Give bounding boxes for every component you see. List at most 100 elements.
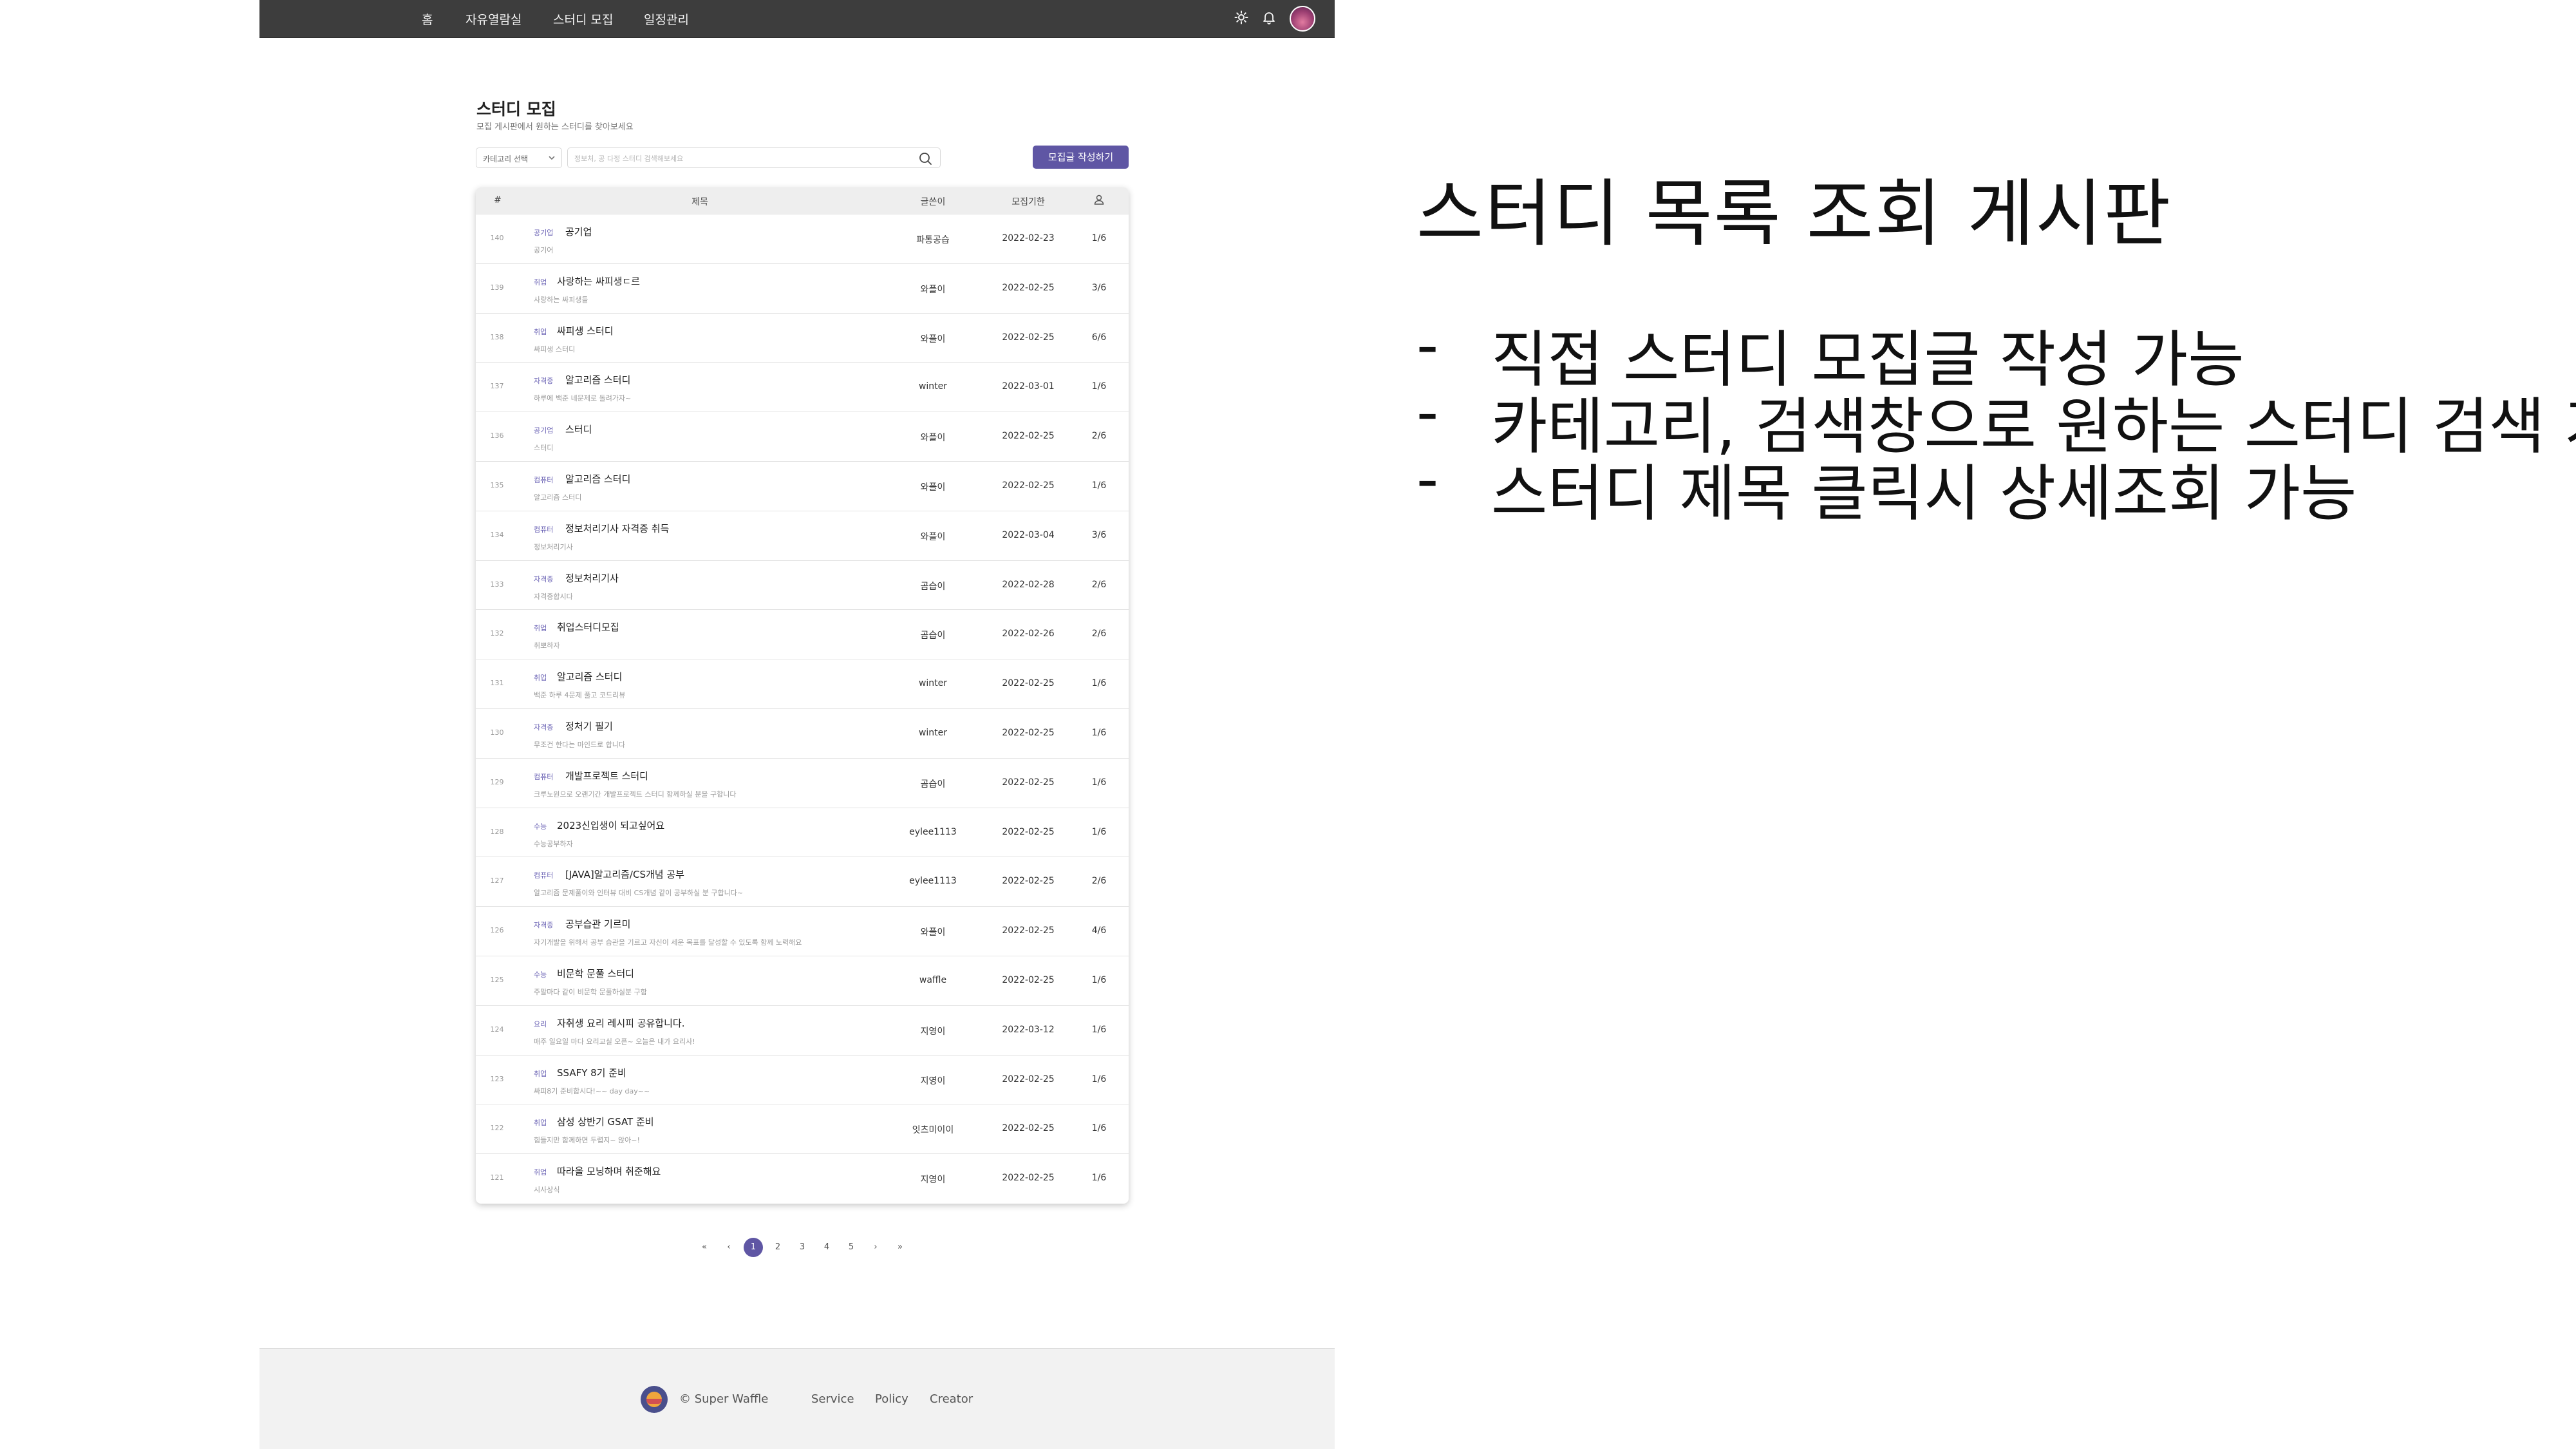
table-row[interactable]: 133 자격증 정보처리기사 자격증합시다 곰습이 2022-02-28 2/6 (476, 560, 1129, 610)
row-category: 자격증 (534, 723, 554, 732)
next-page-button[interactable]: › (866, 1238, 885, 1257)
prev-page-button[interactable]: ‹ (719, 1238, 738, 1257)
row-title[interactable]: 공부습관 기르미 (565, 917, 630, 931)
row-category: 수능 (534, 971, 547, 979)
table-row[interactable]: 135 컴퓨터 알고리즘 스터디 알고리즘 스터디 와플이 2022-02-25 1/6 (476, 461, 1129, 511)
row-title[interactable]: 따라올 모닝하며 취준해요 (557, 1164, 661, 1178)
row-description: 매주 일요일 마다 요리교실 오픈~ 오늘은 내가 요리사! (534, 1037, 695, 1046)
row-deadline: 2022-03-04 (1002, 529, 1055, 540)
table-row[interactable]: 122 취업 삼성 상반기 GSAT 준비 힘들지만 함께하면 두렵지~ 않아~! 잇츠… (476, 1104, 1129, 1153)
row-title[interactable]: 알고리즘 스터디 (557, 670, 622, 683)
row-author: 파통공습 (916, 235, 950, 245)
row-category: 취업 (534, 674, 547, 683)
table-row[interactable]: 137 자격증 알고리즘 스터디 하루에 백준 네문제로 돌려가자~ winter 202… (476, 362, 1129, 412)
row-members: 1/6 (1091, 480, 1107, 491)
bell-icon[interactable] (1261, 9, 1277, 26)
search-input[interactable] (573, 151, 910, 166)
table-row[interactable]: 140 공기업 공기업 공기어 파통공습 2022-02-23 1/6 (476, 214, 1129, 263)
table-row[interactable]: 139 취업 사랑하는 싸피생ㄷ르 사랑하는 싸피생들 와플이 2022-02-25 3/6 (476, 263, 1129, 313)
row-description: 자기개발을 위해서 공부 습관을 기르고 자신이 세운 목표를 달성할 수 있도… (534, 938, 802, 947)
row-title[interactable]: SSAFY 8기 준비 (557, 1066, 626, 1079)
row-description: 알고리즘 문제풀이와 인터뷰 대비 CS개념 같이 공부하실 분 구합니다~ (534, 889, 744, 898)
row-members: 2/6 (1091, 629, 1107, 639)
last-page-button[interactable]: » (890, 1238, 910, 1257)
page-button-5[interactable]: 5 (841, 1238, 861, 1257)
user-avatar[interactable] (1290, 6, 1315, 32)
table-row[interactable]: 129 컴퓨터 개발프로젝트 스터디 크루노원으로 오랜기간 개발프로젝트 스터디 함… (476, 757, 1129, 808)
row-title[interactable]: 정처기 필기 (565, 719, 613, 733)
row-description: 무조건 한다는 마인드로 합니다 (534, 741, 626, 749)
row-deadline: 2022-02-25 (1002, 876, 1055, 887)
row-members: 2/6 (1091, 876, 1107, 887)
category-select[interactable]: 카테고리 선택 (476, 147, 562, 168)
row-author: 와플이 (920, 433, 946, 444)
row-title[interactable]: 정보처리기사 (565, 571, 619, 585)
page-button-3[interactable]: 3 (793, 1238, 812, 1257)
nav-link-schedule[interactable]: 일정관리 (644, 10, 689, 28)
row-members: 2/6 (1091, 431, 1107, 442)
row-title[interactable]: 알고리즘 스터디 (565, 373, 630, 386)
row-deadline: 2022-02-25 (1002, 332, 1055, 343)
top-navbar: 홈 자유열람실 스터디 모집 일정관리 (259, 0, 1335, 38)
row-description: 사랑하는 싸피생들 (534, 295, 588, 304)
row-author: 와플이 (920, 284, 946, 295)
write-post-button[interactable]: 모집글 작성하기 (1033, 146, 1129, 169)
row-title[interactable]: 공기업 (565, 225, 592, 238)
table-row[interactable]: 132 취업 취업스터디모집 취뽀하자 곰습이 2022-02-26 2/6 (476, 609, 1129, 659)
row-title[interactable]: 삼성 상반기 GSAT 준비 (557, 1115, 654, 1128)
page-button-4[interactable]: 4 (817, 1238, 836, 1257)
first-page-button[interactable]: « (695, 1238, 714, 1257)
row-members: 4/6 (1091, 925, 1107, 936)
page-button-1[interactable]: 1 (744, 1238, 763, 1257)
table-row[interactable]: 128 수능 2023신입생이 되고싶어요 수능공부하자 eylee1113 2022-0… (476, 807, 1129, 857)
nav-link-home[interactable]: 홈 (422, 10, 433, 28)
footer-link-service[interactable]: Service (811, 1392, 854, 1406)
row-title[interactable]: 자취생 요리 레시피 공유합니다. (557, 1016, 684, 1030)
table-row[interactable]: 136 공기업 스터디 스터디 와플이 2022-02-25 2/6 (476, 412, 1129, 461)
row-title[interactable]: 스터디 (565, 422, 592, 436)
table-row[interactable]: 127 컴퓨터 [JAVA]알고리즘/CS개념 공부 알고리즘 문제풀이와 인터뷰 대… (476, 857, 1129, 906)
row-title[interactable]: 2023신입생이 되고싶어요 (557, 819, 664, 832)
table-row[interactable]: 138 취업 싸피생 스터디 싸피생 스터디 와플이 2022-02-25 6/6 (476, 312, 1129, 363)
page-button-2[interactable]: 2 (768, 1238, 787, 1257)
table-row[interactable]: 123 취업 SSAFY 8기 준비 싸피8기 준비합시다!~~ day day~~ 지… (476, 1054, 1129, 1104)
row-deadline: 2022-02-25 (1002, 777, 1055, 788)
row-author: 곰습이 (920, 779, 946, 790)
row-title[interactable]: 비문학 문풀 스터디 (557, 967, 634, 980)
row-members: 1/6 (1091, 777, 1107, 788)
row-category: 공기업 (534, 426, 554, 435)
row-category: 취업 (534, 1119, 547, 1128)
nav-link-reading-room[interactable]: 자유열람실 (465, 10, 522, 28)
row-members: 3/6 (1091, 282, 1107, 293)
table-header: # 제목 글쓴이 모집기한 (476, 187, 1129, 214)
table-row[interactable]: 134 컴퓨터 정보처리기사 자격증 취득 정보처리기사 와플이 2022-03-04 3/… (476, 510, 1129, 560)
row-title[interactable]: [JAVA]알고리즘/CS개념 공부 (565, 867, 684, 881)
table-row[interactable]: 125 수능 비문학 문풀 스터디 주말마다 같이 비문학 문풀하실분 구함 waffl… (476, 956, 1129, 1005)
row-members: 1/6 (1091, 678, 1107, 689)
column-header-title: 제목 (691, 197, 708, 207)
table-row[interactable]: 126 자격증 공부습관 기르미 자기개발을 위해서 공부 습관을 기르고 자신이 세… (476, 906, 1129, 956)
footer-link-policy[interactable]: Policy (875, 1392, 908, 1406)
row-title[interactable]: 사랑하는 싸피생ㄷ르 (557, 274, 640, 288)
row-author: eylee1113 (909, 826, 957, 837)
table-row[interactable]: 121 취업 따라올 모닝하며 취준해요 시사상식 지영이 2022-02-25 1/6 (476, 1153, 1129, 1203)
search-icon[interactable] (918, 151, 932, 166)
table-row[interactable]: 124 요리 자취생 요리 레시피 공유합니다. 매주 일요일 마다 요리교실 오픈~… (476, 1005, 1129, 1055)
row-description: 자격증합시다 (534, 592, 573, 601)
row-author: 지영이 (920, 1075, 946, 1086)
row-title[interactable]: 알고리즘 스터디 (565, 472, 630, 486)
row-title[interactable]: 싸피생 스터디 (557, 324, 614, 337)
pagination: « ‹ 1 2 3 4 5 › » (259, 1238, 1335, 1260)
row-author: eylee1113 (909, 876, 957, 887)
row-author: 지영이 (920, 1175, 946, 1186)
row-title[interactable]: 정보처리기사 자격증 취득 (565, 522, 669, 535)
bullet-text: 스터디 제목 클릭시 상세조회 가능 (1491, 459, 2357, 529)
table-row[interactable]: 130 자격증 정처기 필기 무조건 한다는 마인드로 합니다 winter 2022-0… (476, 708, 1129, 758)
table-row[interactable]: 131 취업 알고리즘 스터디 백준 하루 4문제 풀고 코드리뷰 winter 2022… (476, 659, 1129, 708)
footer-link-creator[interactable]: Creator (930, 1392, 973, 1406)
row-title[interactable]: 취업스터디모집 (557, 620, 619, 634)
nav-link-study-recruit[interactable]: 스터디 모집 (553, 10, 613, 28)
sun-icon[interactable] (1233, 9, 1250, 26)
row-title[interactable]: 개발프로젝트 스터디 (565, 769, 648, 782)
bullet-dash: - (1416, 310, 1439, 381)
